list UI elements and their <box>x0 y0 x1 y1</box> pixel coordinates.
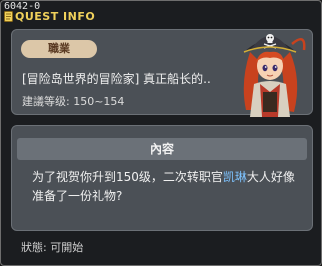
quest-info-window: 6042-0 QUEST INFO 職業 [冒险岛世界的冒险家] 真正船长的..… <box>0 0 322 266</box>
quest-scroll-icon <box>4 11 13 22</box>
quest-status: 狀態: 可開始 <box>21 241 84 254</box>
pirate-captain-icon <box>243 34 306 117</box>
quest-description: 为了视贺你升到150级，二次转职官凯琳大人好像准备了一份礼物? <box>32 168 300 206</box>
npc-name-link[interactable]: 凯琳 <box>223 170 247 184</box>
job-badge: 職業 <box>21 40 97 58</box>
content-header: 內容 <box>17 138 307 160</box>
quest-name: [冒险岛世界的冒险家] 真正船长的.. <box>22 72 211 86</box>
quest-summary-panel: 職業 [冒险岛世界的冒险家] 真正船长的.. 建議等级: 150~154 <box>11 29 313 117</box>
level-requirement: 建議等级: 150~154 <box>22 95 125 108</box>
quest-content-panel: 內容 为了视贺你升到150级，二次转职官凯琳大人好像准备了一份礼物? <box>11 125 313 231</box>
description-text-start: 为了视贺你升到150级，二次转职官 <box>32 170 223 184</box>
window-title: QUEST INFO <box>15 10 96 23</box>
